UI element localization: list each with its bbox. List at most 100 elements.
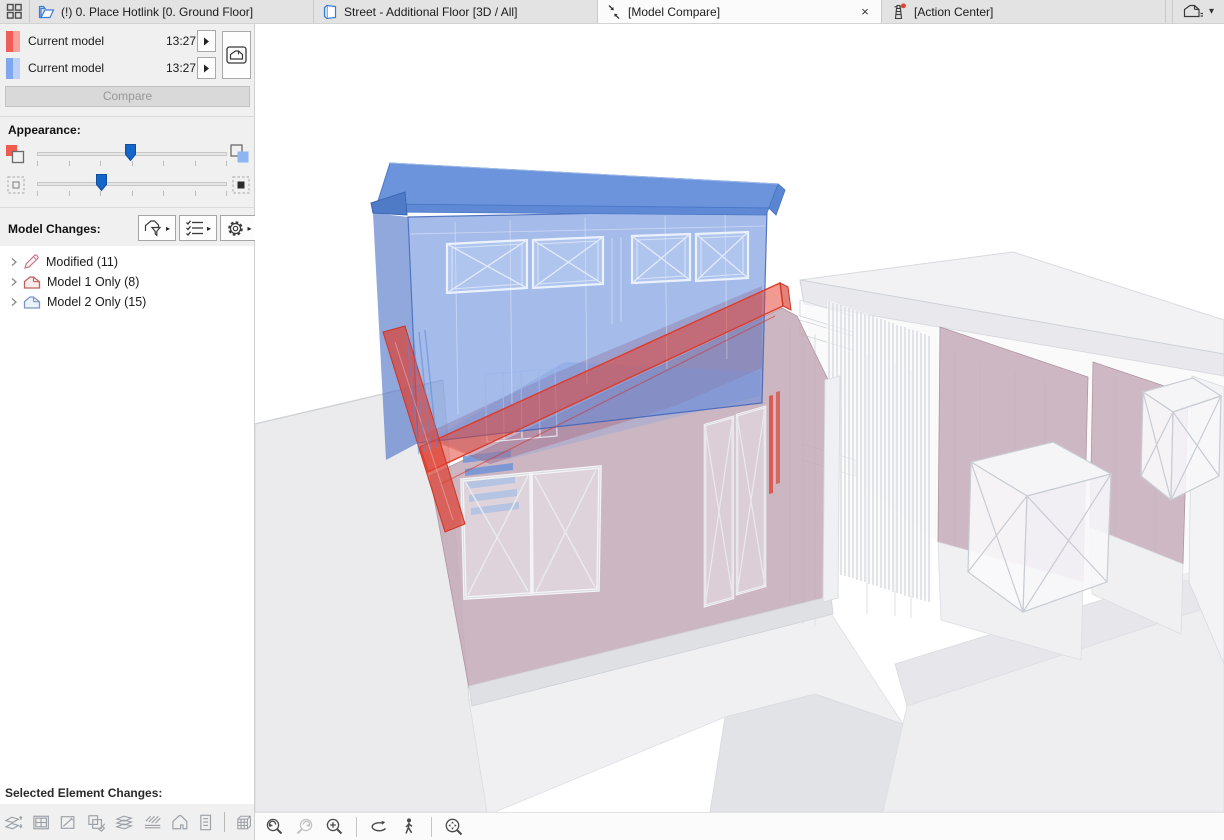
composite-change-icon[interactable] xyxy=(114,812,135,833)
settings-gear-icon xyxy=(226,219,245,238)
house-blue-icon xyxy=(23,294,42,310)
model-changes-heading: Model Changes: xyxy=(8,222,101,236)
tab-action-center[interactable]: [Action Center] xyxy=(882,0,1166,23)
explore-icon xyxy=(401,817,417,836)
chevron-right-icon[interactable] xyxy=(10,257,18,267)
tab-place-hotlink[interactable]: (!) 0. Place Hotlink [0. Ground Floor] xyxy=(30,0,314,23)
toolbar-separator xyxy=(356,817,357,837)
orbit-button[interactable] xyxy=(368,816,390,838)
compare-button[interactable]: Compare xyxy=(5,86,250,107)
geometry-change-icon[interactable] xyxy=(4,812,24,833)
model2-color-swatch xyxy=(6,58,20,79)
model-compare-icon xyxy=(606,4,622,20)
tab-model-compare[interactable]: [Model Compare] × xyxy=(598,0,882,23)
transparency-slider-row xyxy=(0,172,255,202)
model2-row[interactable]: Current model 13:27 xyxy=(0,57,255,81)
zone-change-icon[interactable] xyxy=(170,812,190,833)
model1-flyout-button[interactable] xyxy=(197,30,216,52)
chevron-right-icon[interactable] xyxy=(10,297,18,307)
3d-view-icon xyxy=(322,4,338,20)
appearance-heading: Appearance: xyxy=(8,123,81,137)
house-red-icon xyxy=(23,274,42,290)
model-compare-panel: Current model 13:27 Current model 13:27 … xyxy=(0,24,255,840)
fill-priority-slider-thumb[interactable] xyxy=(125,144,136,161)
dropdown-arrow-icon: ▸ xyxy=(247,224,251,233)
tab-overview-grid-button[interactable] xyxy=(0,0,30,23)
divider xyxy=(0,207,255,208)
tab-label: [Model Compare] xyxy=(628,5,851,19)
slider-tick xyxy=(163,191,164,196)
tree-item-modified[interactable]: Modified (11) xyxy=(0,252,254,272)
filter-elements-button[interactable]: ▸ xyxy=(138,215,176,241)
log-change-icon[interactable] xyxy=(197,812,214,833)
selected-element-changes-toolbar xyxy=(4,808,254,836)
tab-overview-grid-icon xyxy=(6,3,23,20)
fill-change-icon[interactable] xyxy=(142,812,163,833)
slider-tick xyxy=(195,191,196,196)
tree-item-label: Model 1 Only (8) xyxy=(47,275,139,289)
unchanged-transparent-icon xyxy=(5,174,29,198)
bay-window xyxy=(968,442,1111,612)
tree-item-label: Modified (11) xyxy=(46,255,118,269)
dropdown-arrow-icon: ▸ xyxy=(207,224,211,233)
tree-item-model2-only[interactable]: Model 2 Only (15) xyxy=(0,292,254,312)
flyout-arrow-icon xyxy=(203,37,210,46)
model1-strip xyxy=(769,395,773,494)
tree-item-label: Model 2 Only (15) xyxy=(47,295,146,309)
model-changes-tree: Modified (11) Model 1 Only (8) Model 2 O… xyxy=(0,246,254,804)
fill-priority-slider-row xyxy=(0,142,255,172)
model1-row[interactable]: Current model 13:27 xyxy=(0,30,255,54)
model-views-icon xyxy=(1183,3,1205,20)
model2-name: Current model xyxy=(28,61,104,75)
chevron-right-icon[interactable] xyxy=(10,277,18,287)
model-compare-3d-view xyxy=(255,24,1224,812)
checklist-button[interactable]: ▸ xyxy=(179,215,217,241)
model1-name: Current model xyxy=(28,34,104,48)
tree-item-model1-only[interactable]: Model 1 Only (8) xyxy=(0,272,254,292)
flyout-arrow-icon xyxy=(203,64,210,73)
model-views-button[interactable]: ▾ xyxy=(1172,0,1224,24)
model2-flyout-button[interactable] xyxy=(197,57,216,79)
3d-navigation-toolbar xyxy=(255,812,1224,840)
pick-models-button[interactable] xyxy=(222,31,251,79)
slider-tick xyxy=(195,161,196,166)
model1-time: 13:27 xyxy=(160,34,196,48)
next-view-button[interactable] xyxy=(293,816,315,838)
model2-time: 13:27 xyxy=(160,61,196,75)
explore-button[interactable] xyxy=(398,816,420,838)
slider-tick xyxy=(132,161,133,166)
pencil-icon xyxy=(23,254,41,270)
model-compare-3d-viewport[interactable] xyxy=(255,24,1224,840)
slider-tick xyxy=(69,161,70,166)
model1-color-swatch xyxy=(6,31,20,52)
settings-button[interactable]: ▸ xyxy=(220,215,258,241)
show-in-3d-icon[interactable] xyxy=(234,812,254,833)
slider-tick xyxy=(132,191,133,196)
previous-view-button[interactable] xyxy=(263,816,285,838)
tab-bar: (!) 0. Place Hotlink [0. Ground Floor] S… xyxy=(0,0,1224,24)
increase-zoom-button[interactable] xyxy=(323,816,345,838)
tab-close-icon[interactable]: × xyxy=(857,4,873,20)
tab-bar-spacer: ▾ xyxy=(1166,0,1224,23)
fit-in-window-icon xyxy=(444,817,464,836)
opening-change-icon[interactable] xyxy=(58,812,78,833)
surface-change-icon[interactable] xyxy=(86,812,107,833)
toolbar-separator xyxy=(224,812,225,832)
next-view-icon xyxy=(295,817,314,836)
house-in-box-icon xyxy=(226,46,247,64)
model1-strip xyxy=(776,391,780,484)
transparency-slider-thumb[interactable] xyxy=(96,174,107,191)
window-change-icon[interactable] xyxy=(31,812,51,833)
previous-view-icon xyxy=(265,817,284,836)
orbit-icon xyxy=(369,818,389,836)
tab-label: [Action Center] xyxy=(914,5,1157,19)
toolbar-separator xyxy=(431,817,432,837)
slider-ticks xyxy=(37,161,227,167)
slider-tick xyxy=(100,161,101,166)
fit-in-window-button[interactable] xyxy=(443,816,465,838)
slider-tick xyxy=(69,191,70,196)
tab-label: Street - Additional Floor [3D / All] xyxy=(344,5,589,19)
tab-street-3d[interactable]: Street - Additional Floor [3D / All] xyxy=(314,0,598,23)
slider-tick xyxy=(163,161,164,166)
transparency-slider-track[interactable] xyxy=(37,182,227,186)
